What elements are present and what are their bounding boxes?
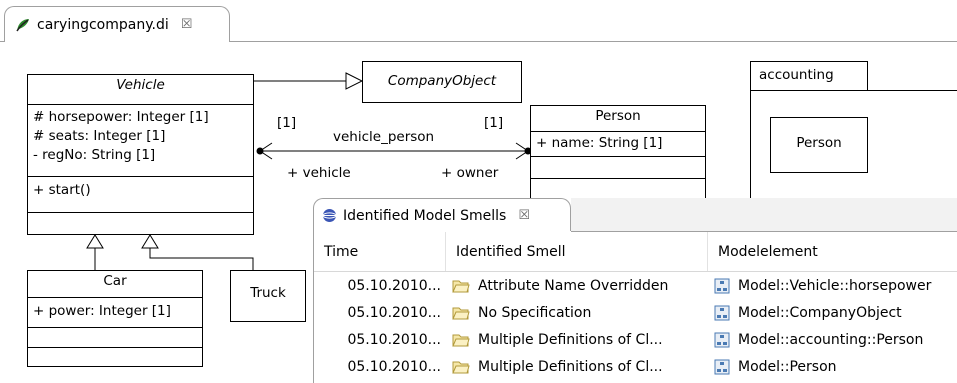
cell-element-text: Model::accounting::Person (738, 331, 924, 348)
table-row[interactable]: 05.10.2010... No Specification Model::Co… (314, 299, 957, 326)
papyrus-leaf-icon (16, 18, 29, 31)
cell-time: 05.10.2010... (347, 277, 441, 294)
close-icon[interactable]: ☒ (518, 208, 530, 223)
class-name: Vehicle (116, 77, 165, 93)
cell-smell-text: Multiple Definitions of Cl... (478, 331, 663, 348)
attribute-compartment: + name: String [1] (531, 131, 705, 156)
table-header: Time Identified Smell Modelelement (314, 232, 957, 272)
cell-element-text: Model::CompanyObject (738, 304, 902, 321)
cell-element: Model::Vehicle::horsepower (708, 272, 957, 299)
cell-time: 05.10.2010... (347, 304, 441, 321)
cell-time: 05.10.2010... (347, 331, 441, 348)
operation-start[interactable]: + start() (33, 181, 248, 200)
folder-icon (452, 280, 470, 292)
class-companyobject[interactable]: CompanyObject (362, 61, 522, 103)
globe-view-icon (322, 209, 337, 222)
association-right-multiplicity: [1] (484, 115, 504, 131)
attribute-horsepower[interactable]: # horsepower: Integer [1] (33, 108, 248, 127)
cell-smell: Multiple Definitions of Cl... (446, 326, 708, 353)
cell-smell-text: No Specification (478, 304, 592, 321)
package-name: accounting (759, 67, 834, 83)
folder-icon (452, 307, 470, 319)
cell-element: Model::CompanyObject (708, 299, 957, 326)
cell-element: Model::accounting::Person (708, 326, 957, 353)
table-row[interactable]: 05.10.2010... Attribute Name Overridden … (314, 272, 957, 299)
model-element-icon (714, 332, 730, 347)
class-truck[interactable]: Truck (230, 270, 306, 322)
package-accounting-tab[interactable]: accounting (750, 61, 868, 91)
cell-smell-text: Multiple Definitions of Cl... (478, 358, 663, 375)
cell-element-text: Model::Vehicle::horsepower (738, 277, 932, 294)
model-element-icon (714, 278, 730, 293)
identified-model-smells-view: Identified Model Smells ☒ Time Identifie… (313, 198, 957, 383)
attribute-regno[interactable]: - regNo: String [1] (33, 146, 248, 165)
attribute-compartment: + power: Integer [1] (28, 297, 202, 327)
cell-smell-text: Attribute Name Overridden (478, 277, 669, 294)
association-right-role: + owner (441, 165, 499, 181)
attribute-name[interactable]: + name: String [1] (536, 134, 700, 153)
view-tab-identified-model-smells[interactable]: Identified Model Smells ☒ (313, 198, 571, 232)
attribute-compartment: # horsepower: Integer [1] # seats: Integ… (28, 104, 253, 176)
association-left-role: + vehicle (287, 165, 351, 181)
editor-tab-bar: caryingcompany.di ☒ (0, 0, 957, 42)
operation-compartment (28, 327, 202, 347)
model-element-icon (714, 305, 730, 320)
class-car[interactable]: Car + power: Integer [1] (27, 270, 203, 367)
close-icon[interactable]: ☒ (181, 17, 193, 32)
cell-smell: Multiple Definitions of Cl... (446, 353, 708, 380)
class-name: Truck (250, 285, 286, 301)
attribute-seats[interactable]: # seats: Integer [1] (33, 127, 248, 146)
model-element-icon (714, 359, 730, 374)
folder-icon (452, 361, 470, 373)
table-row[interactable]: 05.10.2010... Multiple Definitions of Cl… (314, 353, 957, 380)
view-title: Identified Model Smells (343, 207, 507, 224)
folder-icon (452, 334, 470, 346)
class-vehicle[interactable]: Vehicle # horsepower: Integer [1] # seat… (27, 74, 254, 235)
column-header-time[interactable]: Time (314, 232, 446, 271)
cell-element: Model::Person (708, 353, 957, 380)
cell-element-text: Model::Person (738, 358, 837, 375)
operation-compartment: + start() (28, 176, 253, 212)
attribute-power[interactable]: + power: Integer [1] (33, 302, 197, 321)
editor-tab-caryingcompany[interactable]: caryingcompany.di ☒ (4, 6, 230, 42)
association-name[interactable]: vehicle_person (333, 129, 434, 145)
editor-tab-title: caryingcompany.di (37, 16, 169, 33)
class-name: CompanyObject (387, 73, 497, 89)
class-name: Person (796, 135, 842, 151)
smells-table: Time Identified Smell Modelelement 05.10… (314, 232, 957, 380)
column-header-identified-smell[interactable]: Identified Smell (446, 232, 708, 271)
view-tab-bar (571, 198, 957, 232)
association-left-multiplicity: [1] (277, 115, 297, 131)
nested-compartment (28, 212, 253, 234)
column-header-modelelement[interactable]: Modelelement (708, 232, 957, 271)
nested-compartment (28, 347, 202, 366)
class-accounting-person[interactable]: Person (770, 117, 868, 173)
cell-smell: Attribute Name Overridden (446, 272, 708, 299)
class-person[interactable]: Person + name: String [1] (530, 105, 706, 205)
class-name: Person (595, 108, 641, 124)
cell-time: 05.10.2010... (347, 358, 441, 375)
operation-compartment (531, 156, 705, 178)
cell-smell: No Specification (446, 299, 708, 326)
class-name: Car (103, 273, 127, 289)
table-row[interactable]: 05.10.2010... Multiple Definitions of Cl… (314, 326, 957, 353)
